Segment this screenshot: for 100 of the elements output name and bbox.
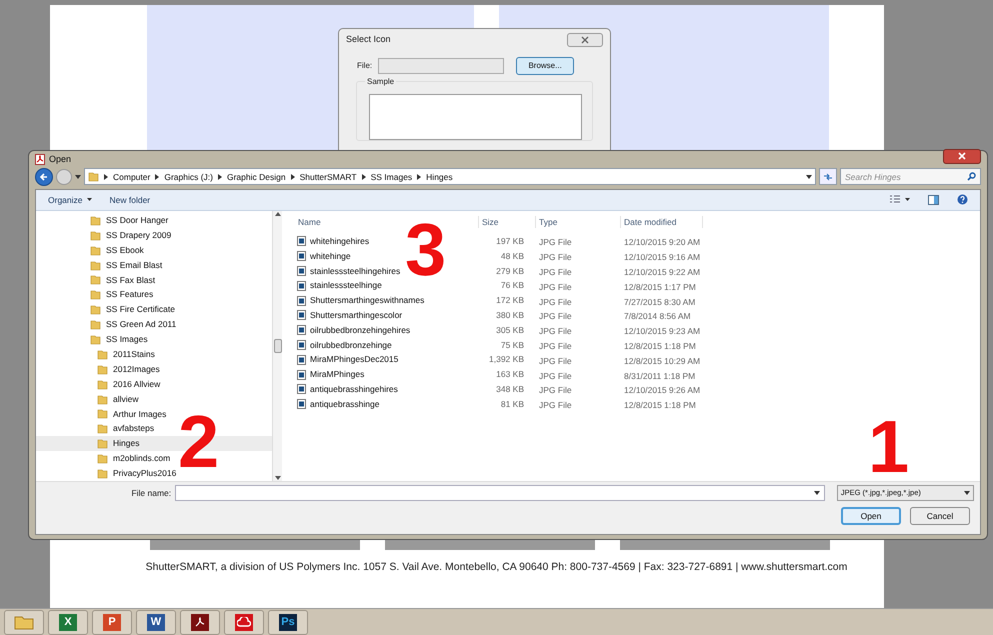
file-date: 12/10/2015 9:26 AM [624, 385, 700, 396]
scrollbar[interactable] [272, 210, 282, 481]
scroll-up-icon[interactable] [274, 210, 280, 217]
search-icon [967, 172, 976, 182]
file-size: 279 KB [496, 264, 524, 278]
tree-item[interactable]: SS Ebook [36, 242, 272, 258]
breadcrumb[interactable]: SS Images [370, 170, 412, 184]
file-date: 12/10/2015 9:20 AM [624, 237, 700, 248]
file-name[interactable]: oilrubbedbronzehinge [310, 338, 392, 352]
dialog-title: Select Icon [346, 33, 391, 46]
column-header[interactable]: Size [479, 216, 536, 228]
tree-item[interactable]: allview [36, 392, 272, 407]
file-name[interactable]: MiraMPhinges [310, 368, 364, 381]
tree-item[interactable]: 2012Images [36, 362, 272, 377]
file-name[interactable]: whitehinge [310, 250, 351, 262]
file-field[interactable] [378, 58, 504, 74]
file-type: JPG File [539, 252, 572, 262]
word-taskbar-button[interactable]: W [136, 610, 176, 634]
file-type: JPG File [539, 370, 572, 381]
back-button[interactable] [35, 168, 53, 186]
word-icon: W [147, 614, 165, 630]
column-header[interactable]: Date modified [621, 216, 703, 228]
tree-item[interactable]: SS Fire Certificate [36, 302, 272, 318]
tree-item-label: SS Images [106, 333, 148, 346]
address-bar[interactable]: Computer Graphics (J:) Graphic Design ShutterSMART SS Images Hinges [84, 168, 816, 186]
column-header[interactable]: Type [536, 216, 621, 228]
file-date: 12/10/2015 9:22 AM [624, 266, 700, 277]
file-size: 172 KB [496, 294, 524, 307]
file-type: JPG File [539, 400, 572, 410]
scroll-down-icon[interactable] [274, 474, 280, 481]
folder-icon [90, 274, 101, 286]
image-file-icon [297, 236, 306, 246]
refresh-button[interactable] [819, 168, 837, 186]
file-name[interactable]: antiquebrasshinge [310, 398, 380, 410]
file-name[interactable]: stainlesssteelhingehires [310, 264, 400, 278]
image-file-icon [297, 310, 306, 320]
file-name-field[interactable] [175, 484, 825, 501]
tree-item-label: SS Email Blast [106, 258, 162, 272]
tree-item[interactable]: SS Features [36, 287, 272, 302]
pdf-icon [191, 614, 209, 630]
tree-item[interactable]: SS Door Hanger [36, 212, 272, 228]
new-folder-button[interactable]: New folder [110, 194, 150, 206]
close-icon [581, 36, 589, 44]
help-icon[interactable] [957, 194, 968, 206]
footer-text: ShutterSMART, a division of US Polymers Inc. 1057 S. Vail Ave. Montebello, CA 90640 Ph: 800-737-4569 | Fax: 323-727-6891 | www.shuttersmart.com [146, 560, 848, 575]
file-type: JPG File [539, 237, 572, 248]
group-label: Sample [365, 76, 396, 88]
photoshop-taskbar-button[interactable]: Ps [268, 610, 308, 634]
tree-item[interactable]: SS Green Ad 2011 [36, 317, 272, 332]
tree-item[interactable]: SS Drapery 2009 [36, 228, 272, 243]
file-name[interactable]: Shuttersmarthingeswithnames [310, 294, 424, 307]
tree-item-label: SS Drapery 2009 [106, 228, 172, 242]
open-button[interactable]: Open [841, 506, 901, 525]
preview-pane-icon[interactable] [928, 194, 939, 205]
powerpoint-taskbar-button[interactable]: P [92, 610, 132, 634]
tree-item[interactable]: SS Images [36, 332, 272, 347]
organize-button[interactable]: Organize [48, 194, 92, 206]
image-file-icon [297, 384, 306, 394]
tree-item-label: PrivacyPlus2016 [113, 467, 176, 480]
breadcrumb[interactable]: Graphics (J:) [164, 170, 213, 184]
breadcrumb[interactable]: Hinges [426, 170, 453, 184]
close-button[interactable] [567, 33, 603, 47]
acrobat-taskbar-button[interactable] [180, 610, 220, 634]
file-name[interactable]: oilrubbedbronzehingehires [310, 324, 410, 336]
tree-item[interactable]: 2016 Allview [36, 376, 272, 392]
photoshop-icon: Ps [279, 614, 297, 630]
browse-button[interactable]: Browse... [516, 57, 574, 75]
view-options-icon[interactable] [890, 195, 910, 204]
file-name[interactable]: whitehingehires [310, 234, 370, 248]
tree-item[interactable]: 2011Stains [36, 346, 272, 362]
file-name[interactable]: MiraMPhingesDec2015 [310, 353, 398, 366]
tree-item-label: 2011Stains [113, 348, 155, 361]
arrow-left-icon [39, 172, 49, 182]
tree-item-label: SS Green Ad 2011 [106, 318, 176, 331]
tree-item[interactable]: SS Email Blast [36, 258, 272, 272]
folder-icon [90, 319, 101, 330]
file-name-label: File name: [130, 486, 172, 500]
folder-icon [90, 260, 101, 271]
file-name[interactable]: antiquebrasshingehires [310, 382, 398, 396]
cloud-taskbar-button[interactable] [224, 610, 264, 634]
chevron-icon [290, 174, 295, 180]
tree-item[interactable]: SS Fax Blast [36, 272, 272, 288]
excel-icon: X [59, 614, 77, 630]
image-file-icon [297, 266, 306, 276]
excel-taskbar-button[interactable]: X [48, 610, 88, 634]
scroll-thumb[interactable] [274, 338, 282, 353]
file-name[interactable]: Shuttersmarthingescolor [310, 308, 402, 322]
cancel-button[interactable]: Cancel [910, 506, 970, 525]
caret-icon [814, 490, 820, 495]
image-file-icon [297, 354, 306, 365]
file-name[interactable]: stainlesssteelhinge [310, 279, 382, 292]
breadcrumb[interactable]: Graphic Design [226, 170, 286, 184]
file-size: 305 KB [496, 324, 524, 336]
close-button[interactable] [943, 148, 981, 164]
folder-icon [90, 230, 101, 241]
breadcrumb[interactable]: ShutterSMART [300, 170, 357, 184]
breadcrumb[interactable]: Computer [113, 170, 150, 184]
file-date: 7/8/2014 8:56 AM [624, 311, 691, 322]
file-type: JPG File [539, 385, 572, 396]
folder-icon [90, 304, 101, 316]
